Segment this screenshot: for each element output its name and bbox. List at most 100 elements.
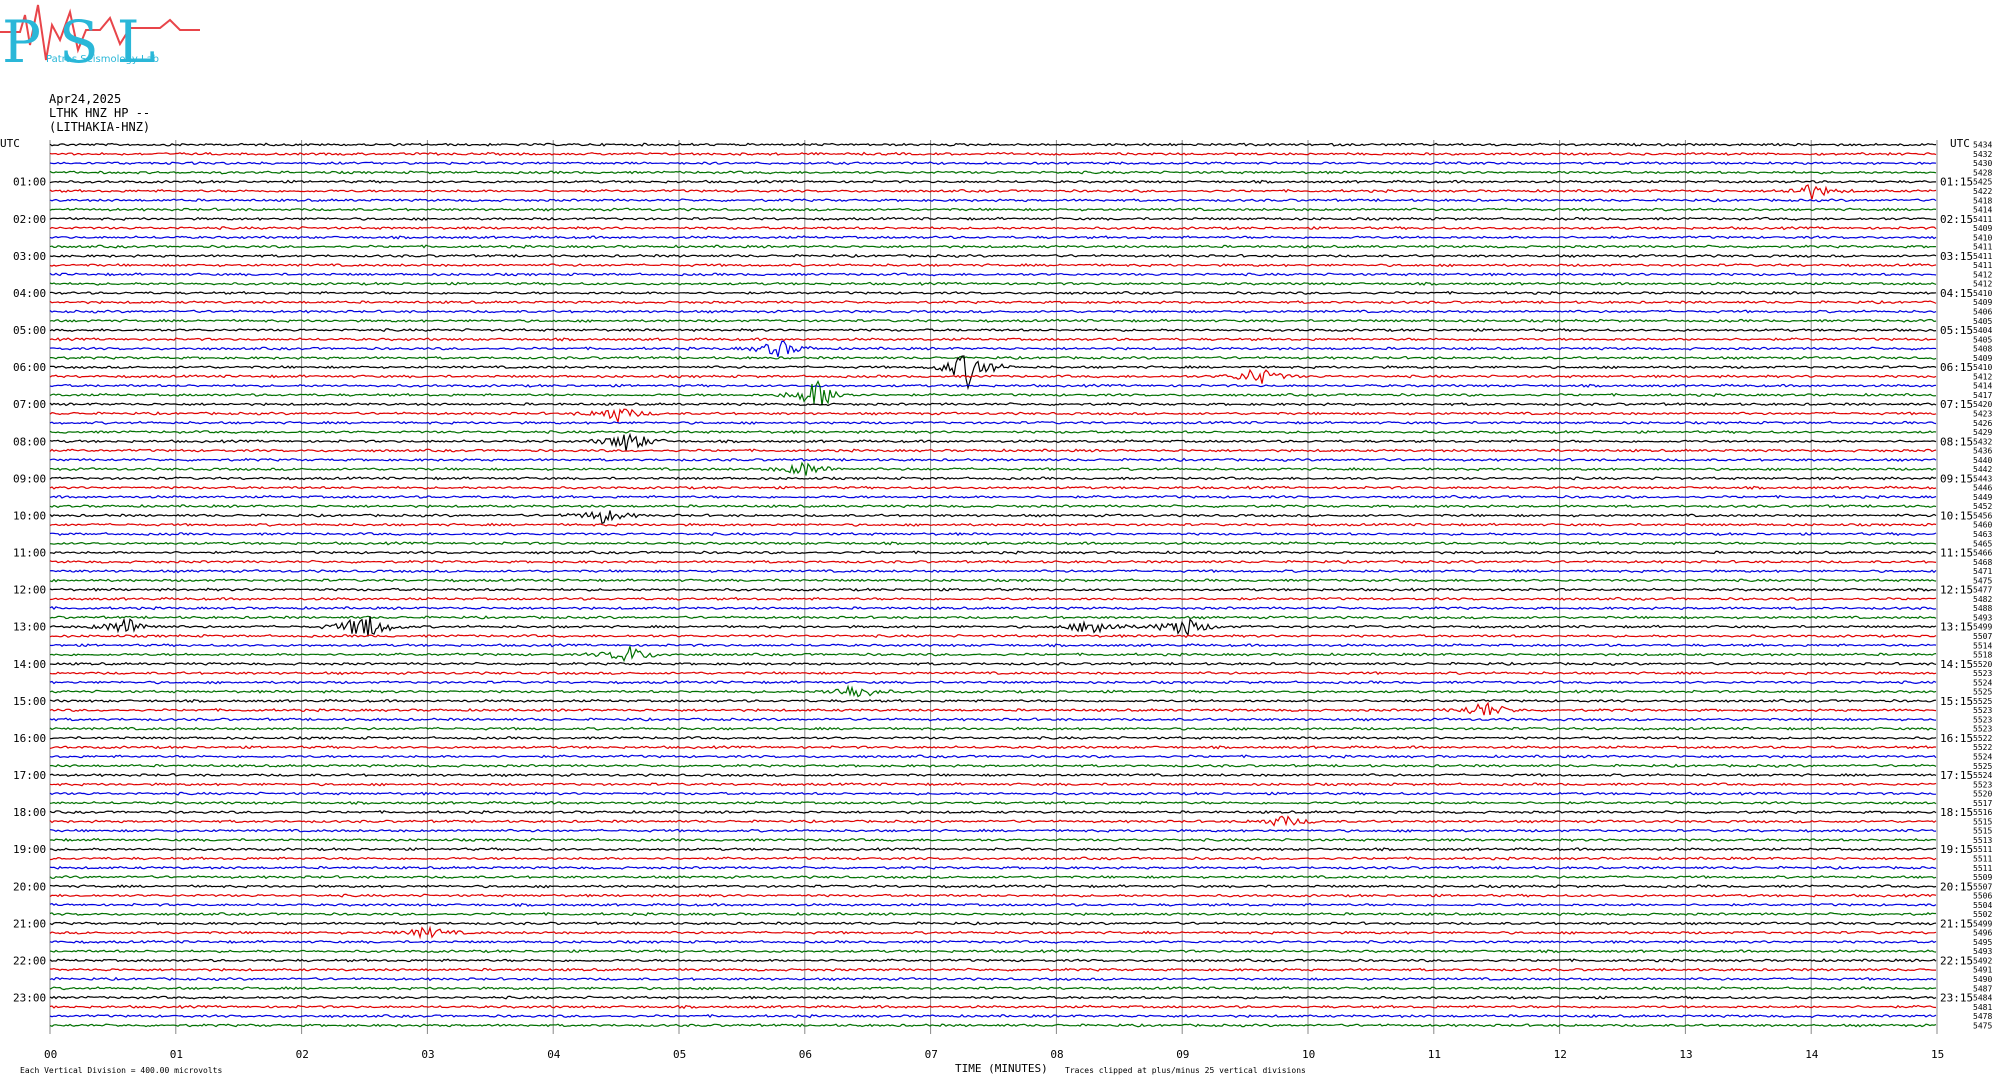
- trace-count-label: 5523: [1973, 725, 1992, 734]
- hour-label-left: 02:00: [13, 213, 46, 226]
- trace-line: [49, 476, 1937, 481]
- trace-line: [49, 161, 1937, 166]
- trace-count-label: 5507: [1973, 632, 1992, 641]
- trace-line: [49, 309, 1937, 314]
- trace-count-label: 5488: [1973, 604, 1992, 613]
- x-tick-label: 05: [673, 1048, 686, 1061]
- trace-line: [49, 745, 1937, 750]
- trace-count-label: 5410: [1973, 233, 1992, 242]
- hour-label-right: 03:15: [1940, 250, 1973, 263]
- hour-label-left: 19:00: [13, 843, 46, 856]
- trace-line: [49, 531, 1937, 537]
- hour-label-left: 14:00: [13, 658, 46, 671]
- trace-line: [49, 300, 1937, 305]
- trace-line: [49, 510, 1937, 525]
- left-utc-label: UTC: [0, 137, 20, 150]
- trace-line: [49, 616, 1937, 637]
- hour-label-right: 12:15: [1940, 584, 1973, 597]
- trace-count-label: 5414: [1973, 206, 1992, 215]
- trace-line: [49, 420, 1937, 425]
- trace-line: [49, 402, 1937, 407]
- trace-count-label: 5412: [1973, 372, 1992, 381]
- trace-line: [49, 318, 1937, 323]
- trace-count-label: 5493: [1973, 947, 1992, 956]
- trace-line: [49, 216, 1937, 221]
- trace-line: [49, 698, 1937, 704]
- trace-count-label: 5404: [1973, 326, 1992, 335]
- trace-count-label: 5409: [1973, 224, 1992, 233]
- trace-line: [50, 355, 1937, 360]
- trace-line: [49, 717, 1937, 722]
- trace-line: [49, 921, 1937, 926]
- hour-label-left: 17:00: [13, 769, 46, 782]
- trace-count-label: 5522: [1973, 743, 1992, 752]
- x-tick-label: 06: [799, 1048, 812, 1061]
- trace-line: [49, 967, 1936, 972]
- trace-line: [49, 615, 1937, 620]
- trace-count-label: 5495: [1973, 938, 1992, 947]
- trace-line: [49, 605, 1937, 611]
- trace-count-label: 5482: [1973, 595, 1992, 604]
- x-tick-label: 03: [421, 1048, 434, 1061]
- trace-line: [49, 281, 1937, 286]
- hour-label-left: 09:00: [13, 472, 46, 485]
- trace-line: [49, 263, 1937, 268]
- hour-label-left: 12:00: [13, 584, 46, 597]
- trace-line: [50, 355, 1937, 391]
- trace-count-label: 5507: [1973, 882, 1992, 891]
- trace-count-label: 5511: [1973, 845, 1992, 854]
- trace-count-label: 5456: [1973, 511, 1992, 520]
- trace-line: [49, 179, 1937, 184]
- trace-count-label: 5509: [1973, 873, 1992, 882]
- hour-label-right: 04:15: [1940, 287, 1973, 300]
- hour-label-right: 18:15: [1940, 806, 1973, 819]
- trace-count-label: 5423: [1973, 409, 1992, 418]
- trace-line: [49, 995, 1937, 1000]
- trace-line: [49, 1004, 1937, 1010]
- hour-label-left: 07:00: [13, 398, 46, 411]
- trace-line: [49, 485, 1937, 490]
- trace-line: [49, 408, 1937, 425]
- hour-label-right: 16:15: [1940, 732, 1973, 745]
- trace-count-label: 5449: [1973, 493, 1992, 502]
- trace-count-label: 5515: [1973, 827, 1992, 836]
- trace-count-label: 5412: [1973, 280, 1992, 289]
- trace-line: [49, 368, 1937, 384]
- trace-count-label: 5491: [1973, 966, 1992, 975]
- trace-line: [49, 541, 1937, 546]
- trace-count-label: 5524: [1973, 753, 1992, 762]
- hour-label-right: 15:15: [1940, 695, 1973, 708]
- trace-count-label: 5420: [1973, 400, 1992, 409]
- trace-count-label: 5511: [1973, 864, 1992, 873]
- trace-line: [49, 578, 1937, 583]
- trace-line: [49, 184, 1937, 200]
- trace-count-label: 5525: [1973, 762, 1992, 771]
- x-axis-label: TIME (MINUTES): [955, 1062, 1048, 1075]
- x-tick-label: 07: [925, 1048, 938, 1061]
- trace-line: [49, 837, 1937, 843]
- trace-count-label: 5493: [1973, 613, 1992, 622]
- trace-count-label: 5411: [1973, 215, 1992, 224]
- trace-count-label: 5477: [1973, 586, 1992, 595]
- hour-label-left: 21:00: [13, 917, 46, 930]
- trace-line: [49, 244, 1937, 249]
- trace-line: [49, 680, 1937, 685]
- hour-label-right: 05:15: [1940, 324, 1973, 337]
- trace-count-label: 5408: [1973, 345, 1992, 354]
- hour-label-left: 11:00: [13, 547, 46, 560]
- scale-note: Each Vertical Division = 400.00 microvol…: [20, 1066, 222, 1075]
- trace-count-label: 5525: [1973, 697, 1992, 706]
- hour-label-left: 08:00: [13, 435, 46, 448]
- trace-line: [49, 949, 1937, 954]
- trace-count-label: 5422: [1973, 187, 1992, 196]
- x-tick-label: 15: [1931, 1048, 1944, 1061]
- trace-count-label: 5475: [1973, 1021, 1992, 1030]
- hour-label-right: 22:15: [1940, 954, 1973, 967]
- trace-line: [49, 902, 1937, 908]
- trace-line: [49, 925, 1937, 940]
- trace-count-label: 5417: [1973, 391, 1992, 400]
- trace-line: [49, 958, 1937, 963]
- trace-line: [49, 670, 1937, 676]
- trace-line: [49, 429, 1937, 435]
- trace-count-label: 5504: [1973, 901, 1992, 910]
